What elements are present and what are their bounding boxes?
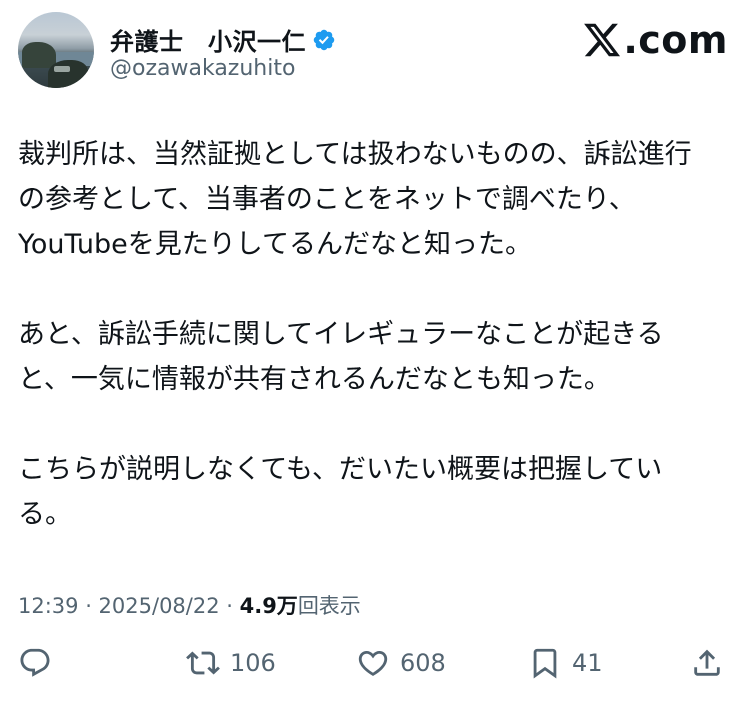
retweet-icon <box>186 651 220 675</box>
tweet-paragraph: 裁判所は、当然証拠としては扱わないものの、訴訟進行 の参考として、当事者のことを… <box>18 139 692 260</box>
tweet-paragraph: こちらが説明しなくても、だいたい概要は把握してい る。 <box>18 454 663 530</box>
tweet-text: 裁判所は、当然証拠としては扱わないものの、訴訟進行 の参考として、当事者のことを… <box>18 132 718 537</box>
bookmark-count: 41 <box>572 649 603 677</box>
author-name-row: 弁護士 小沢一仁 <box>110 22 336 57</box>
reply-icon <box>20 648 50 677</box>
brand-text: .com <box>623 18 728 62</box>
like-button[interactable]: 608 <box>356 646 446 680</box>
verified-badge-icon <box>313 29 335 50</box>
heart-icon <box>358 650 388 676</box>
author-display-name[interactable]: 弁護士 小沢一仁 <box>110 22 306 57</box>
views-count: 4.9万 <box>239 594 298 618</box>
tweet-meta: 12:39 · 2025/08/22 · 4.9万回表示 <box>18 590 361 620</box>
avatar-rock <box>48 60 88 88</box>
like-count: 608 <box>400 649 446 677</box>
tweet-timestamp[interactable]: 12:39 · 2025/08/22 · <box>18 594 240 618</box>
author-handle[interactable]: @ozawakazuhito <box>110 56 295 81</box>
retweet-count: 106 <box>230 649 276 677</box>
views-label: 回表示 <box>297 594 361 618</box>
brand-logo: .com <box>582 18 728 62</box>
action-bar: 106 608 41 <box>18 646 732 692</box>
avatar[interactable] <box>18 12 94 88</box>
avatar-boat <box>54 66 70 72</box>
tweet-header: 弁護士 小沢一仁 @ozawakazuhito .com <box>18 12 732 92</box>
avatar-rock <box>22 42 56 68</box>
share-button[interactable] <box>690 646 724 680</box>
reply-button[interactable] <box>18 646 52 680</box>
x-logo-icon <box>584 23 621 57</box>
bookmark-button[interactable]: 41 <box>528 646 603 680</box>
share-icon <box>694 649 720 676</box>
bookmark-icon <box>533 648 557 679</box>
tweet-paragraph: あと、訴訟手続に関してイレギュラーなことが起きる と、一気に情報が共有されるんだ… <box>18 319 664 395</box>
retweet-button[interactable]: 106 <box>186 646 276 680</box>
